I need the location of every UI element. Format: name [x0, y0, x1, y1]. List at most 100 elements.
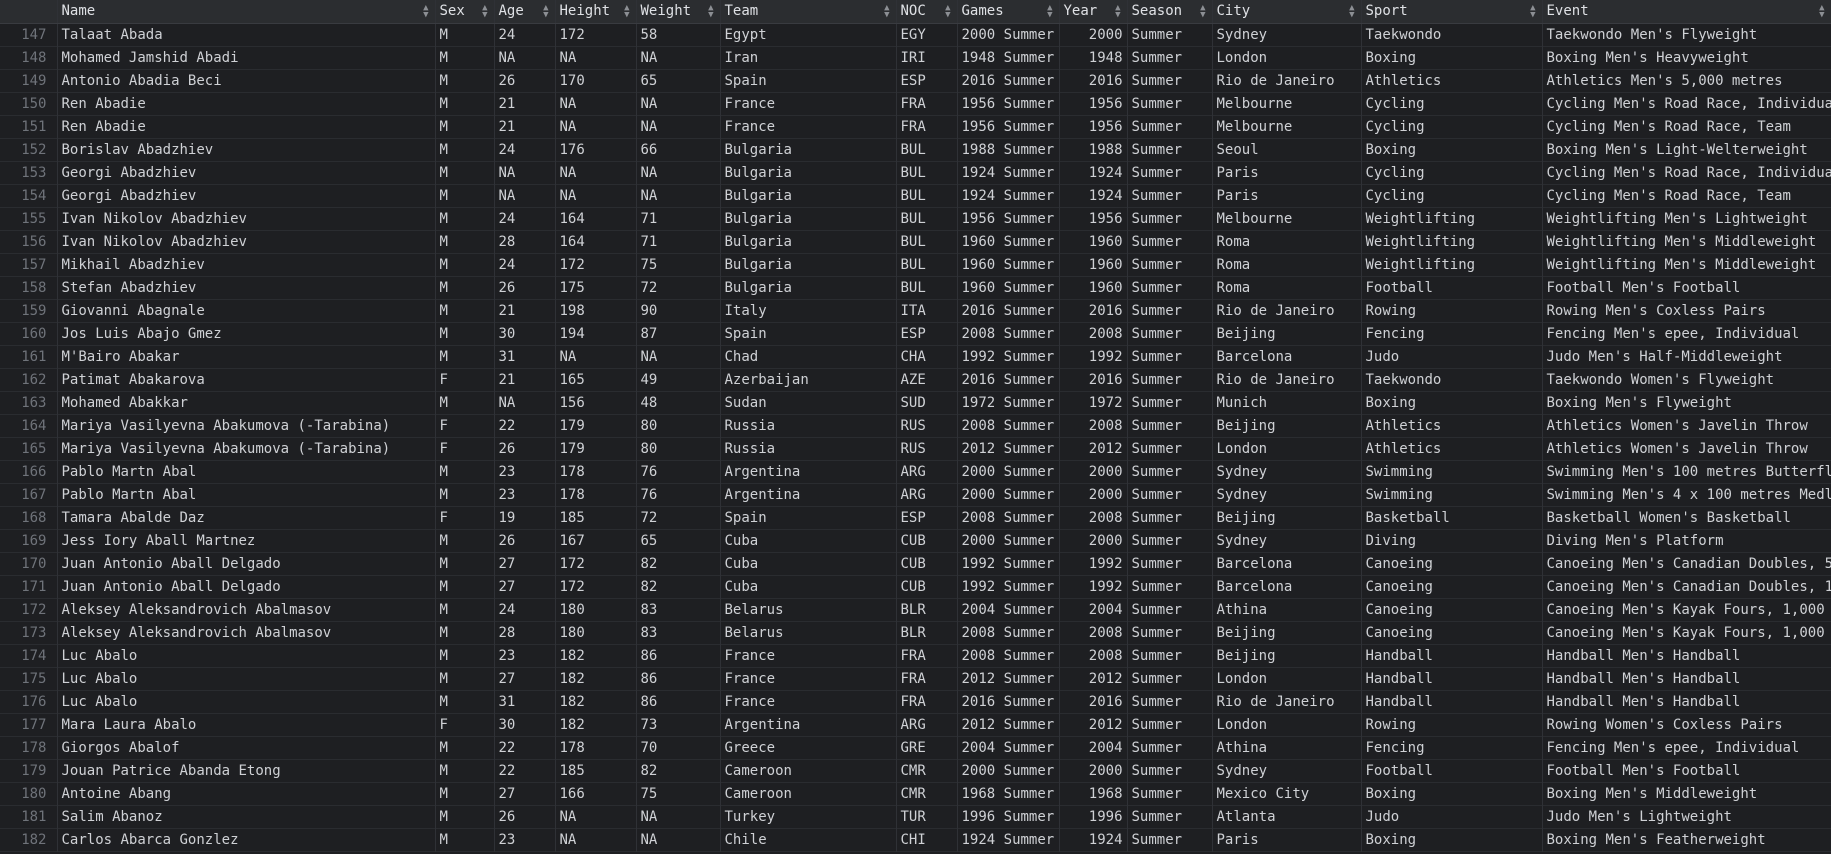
- cell-name[interactable]: Mikhail Abadzhiev: [57, 253, 436, 276]
- cell-year[interactable]: 2008: [1059, 414, 1128, 437]
- table-row[interactable]: 173 Aleksey Aleksandrovich Abalmasov M 28 18…: [0, 621, 1831, 644]
- cell-height[interactable]: 172: [555, 575, 637, 598]
- cell-weight[interactable]: 48: [636, 391, 721, 414]
- table-row[interactable]: 156 Ivan Nikolov Abadzhiev M 28 164 71 Bulgari…: [0, 230, 1831, 253]
- cell-weight[interactable]: NA: [636, 828, 721, 851]
- cell-name[interactable]: Giorgos Abalof: [57, 736, 436, 759]
- cell-age[interactable]: 21: [494, 299, 556, 322]
- cell-sex[interactable]: M: [435, 184, 495, 207]
- cell-height[interactable]: 182: [555, 713, 637, 736]
- table-row[interactable]: 150 Ren Abadie M 21 NA NA France FRA 1956 Summer…: [0, 92, 1831, 115]
- cell-season[interactable]: Summer: [1127, 345, 1213, 368]
- sort-arrows-icon[interactable]: ▲ ▼: [945, 4, 950, 20]
- cell-games[interactable]: 1924 Summer: [957, 184, 1060, 207]
- cell-team[interactable]: Russia: [720, 437, 897, 460]
- cell-year[interactable]: 1956: [1059, 92, 1128, 115]
- table-row[interactable]: 161 M'Bairo Abakar M 31 NA NA Chad CHA 1992 Summ…: [0, 345, 1831, 368]
- cell-name[interactable]: Jess Iory Aball Martnez: [57, 529, 436, 552]
- cell-games[interactable]: 1924 Summer: [957, 161, 1060, 184]
- cell-year[interactable]: 2000: [1059, 759, 1128, 782]
- cell-season[interactable]: Summer: [1127, 782, 1213, 805]
- table-row[interactable]: 175 Luc Abalo M 27 182 86 France FRA 2012 Summer…: [0, 667, 1831, 690]
- cell-noc[interactable]: BUL: [896, 207, 958, 230]
- cell-games[interactable]: 1992 Summer: [957, 575, 1060, 598]
- cell-sex[interactable]: M: [435, 828, 495, 851]
- sort-arrows-icon[interactable]: ▲ ▼: [1530, 4, 1535, 20]
- cell-team[interactable]: Egypt: [720, 23, 897, 46]
- cell-noc[interactable]: CMR: [896, 759, 958, 782]
- cell-event[interactable]: Basketball Women's Basketball: [1542, 506, 1831, 529]
- cell-city[interactable]: Sydney: [1212, 23, 1362, 46]
- cell-team[interactable]: Sudan: [720, 391, 897, 414]
- cell-event[interactable]: Athletics Men's 5,000 metres: [1542, 69, 1831, 92]
- cell-games[interactable]: 1988 Summer: [957, 138, 1060, 161]
- cell-event[interactable]: Cycling Men's Road Race, Team: [1542, 184, 1831, 207]
- cell-games[interactable]: 1948 Summer: [957, 46, 1060, 69]
- cell-event[interactable]: Canoeing Men's Canadian Doubles, 1,: [1542, 575, 1831, 598]
- cell-city[interactable]: London: [1212, 713, 1362, 736]
- cell-height[interactable]: NA: [555, 345, 637, 368]
- cell-event[interactable]: Football Men's Football: [1542, 276, 1831, 299]
- cell-sport[interactable]: Cycling: [1361, 115, 1543, 138]
- cell-sport[interactable]: Taekwondo: [1361, 368, 1543, 391]
- cell-sex[interactable]: M: [435, 483, 495, 506]
- cell-height[interactable]: 156: [555, 391, 637, 414]
- table-row[interactable]: 160 Jos Luis Abajo Gmez M 30 194 87 Spain ESP 20…: [0, 322, 1831, 345]
- cell-team[interactable]: France: [720, 92, 897, 115]
- cell-name[interactable]: M'Bairo Abakar: [57, 345, 436, 368]
- cell-height[interactable]: 165: [555, 368, 637, 391]
- cell-year[interactable]: 2012: [1059, 437, 1128, 460]
- cell-name[interactable]: Mohamed Abakkar: [57, 391, 436, 414]
- cell-noc[interactable]: ESP: [896, 506, 958, 529]
- cell-age[interactable]: 22: [494, 736, 556, 759]
- cell-season[interactable]: Summer: [1127, 805, 1213, 828]
- cell-team[interactable]: Belarus: [720, 621, 897, 644]
- cell-weight[interactable]: 80: [636, 437, 721, 460]
- cell-height[interactable]: 182: [555, 667, 637, 690]
- cell-event[interactable]: Handball Men's Handball: [1542, 690, 1831, 713]
- cell-height[interactable]: 179: [555, 437, 637, 460]
- cell-age[interactable]: NA: [494, 184, 556, 207]
- column-header-age[interactable]: Age ▲ ▼: [494, 0, 556, 24]
- cell-weight[interactable]: NA: [636, 46, 721, 69]
- cell-weight[interactable]: NA: [636, 92, 721, 115]
- cell-sex[interactable]: M: [435, 345, 495, 368]
- cell-name[interactable]: Juan Antonio Aball Delgado: [57, 575, 436, 598]
- cell-weight[interactable]: NA: [636, 161, 721, 184]
- cell-height[interactable]: 180: [555, 621, 637, 644]
- cell-sport[interactable]: Canoeing: [1361, 575, 1543, 598]
- cell-team[interactable]: Argentina: [720, 483, 897, 506]
- cell-event[interactable]: Handball Men's Handball: [1542, 667, 1831, 690]
- cell-games[interactable]: 2016 Summer: [957, 368, 1060, 391]
- cell-weight[interactable]: 76: [636, 483, 721, 506]
- cell-games[interactable]: 1968 Summer: [957, 782, 1060, 805]
- cell-event[interactable]: Cycling Men's Road Race, Individual: [1542, 92, 1831, 115]
- cell-team[interactable]: Iran: [720, 46, 897, 69]
- cell-season[interactable]: Summer: [1127, 414, 1213, 437]
- cell-year[interactable]: 1924: [1059, 828, 1128, 851]
- cell-weight[interactable]: 86: [636, 644, 721, 667]
- cell-sport[interactable]: Handball: [1361, 644, 1543, 667]
- table-row[interactable]: 164 Mariya Vasilyevna Abakumova (-Tarabin…: [0, 414, 1831, 437]
- cell-city[interactable]: Sydney: [1212, 529, 1362, 552]
- cell-sport[interactable]: Fencing: [1361, 322, 1543, 345]
- cell-event[interactable]: Taekwondo Men's Flyweight: [1542, 23, 1831, 46]
- cell-event[interactable]: Fencing Men's epee, Individual: [1542, 736, 1831, 759]
- cell-sport[interactable]: Athletics: [1361, 414, 1543, 437]
- cell-age[interactable]: 28: [494, 230, 556, 253]
- cell-city[interactable]: Munich: [1212, 391, 1362, 414]
- cell-noc[interactable]: RUS: [896, 414, 958, 437]
- cell-year[interactable]: 2000: [1059, 23, 1128, 46]
- cell-team[interactable]: Chad: [720, 345, 897, 368]
- table-row[interactable]: 148 Mohamed Jamshid Abadi M NA NA NA Iran IRI 19…: [0, 46, 1831, 69]
- cell-noc[interactable]: EGY: [896, 23, 958, 46]
- cell-name[interactable]: Aleksey Aleksandrovich Abalmasov: [57, 621, 436, 644]
- cell-sex[interactable]: M: [435, 529, 495, 552]
- cell-season[interactable]: Summer: [1127, 46, 1213, 69]
- cell-age[interactable]: 30: [494, 322, 556, 345]
- cell-event[interactable]: Fencing Men's epee, Individual: [1542, 322, 1831, 345]
- cell-sport[interactable]: Boxing: [1361, 828, 1543, 851]
- cell-height[interactable]: 172: [555, 253, 637, 276]
- cell-sex[interactable]: M: [435, 276, 495, 299]
- cell-year[interactable]: 1988: [1059, 138, 1128, 161]
